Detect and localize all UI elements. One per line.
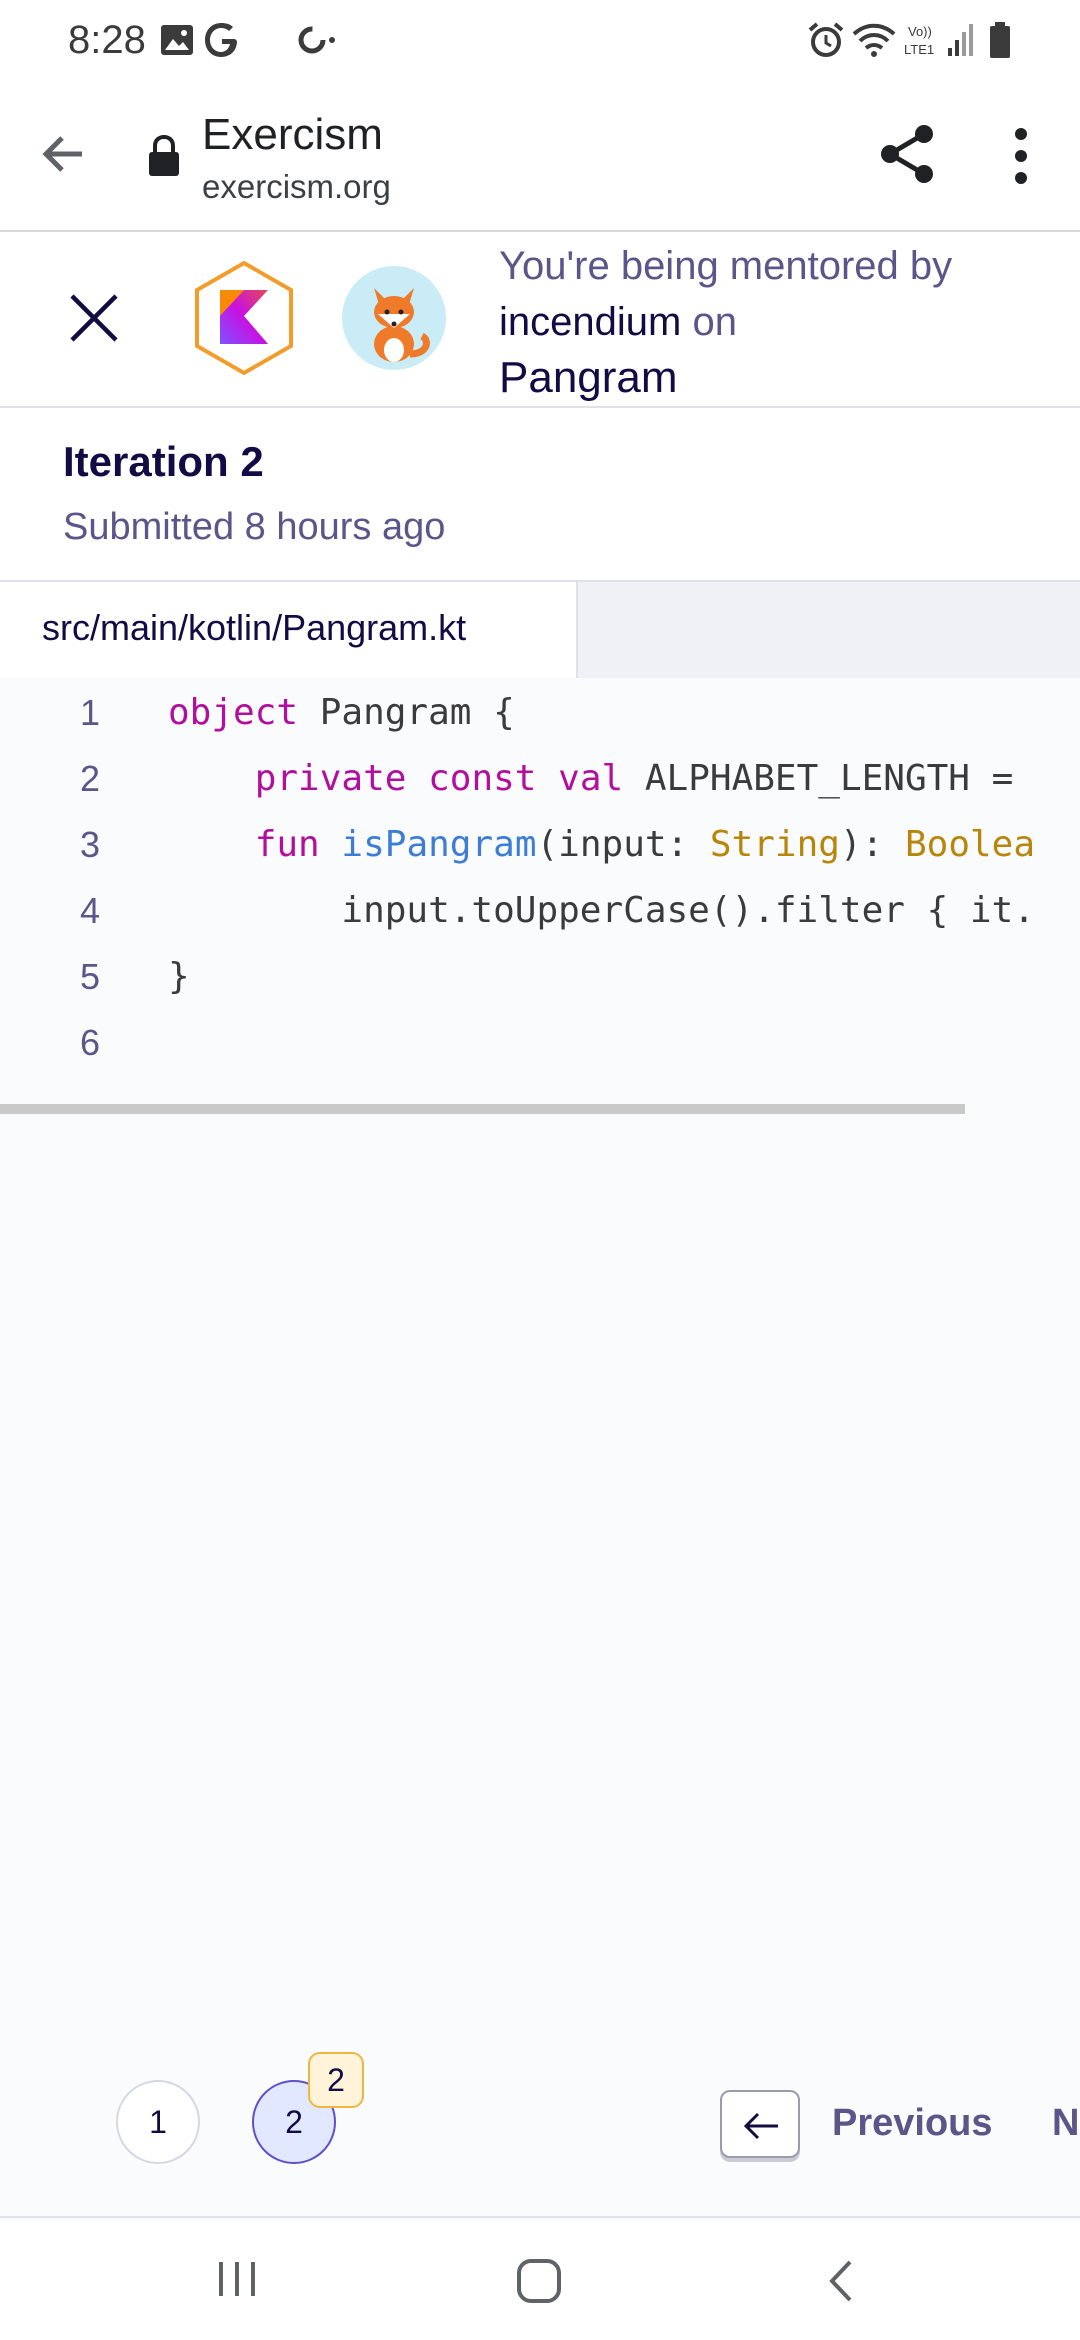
code-line: 6: [0, 1022, 1080, 1088]
code-token: Boolea: [904, 824, 1036, 865]
code-token: isPangram: [341, 824, 537, 865]
horizontal-scrollbar[interactable]: [0, 1104, 965, 1114]
assistant-icon: [298, 26, 335, 54]
mentoring-header: You're being mentored by incendium on Pa…: [0, 232, 1080, 408]
wifi-icon: [852, 23, 896, 57]
volte-icon: Vo)) LTE1: [904, 24, 934, 57]
iteration-button-1[interactable]: 1: [116, 2080, 200, 2164]
code-text: }: [168, 956, 190, 997]
file-tab[interactable]: src/main/kotlin/Pangram.kt: [0, 582, 578, 678]
code-text: input.toUpperCase().filter { it.: [168, 890, 1035, 931]
submitted-time: Submitted 8 hours ago: [63, 506, 446, 548]
system-nav-bar: [0, 2220, 1080, 2340]
previous-label[interactable]: Previous: [832, 2102, 993, 2145]
code-token: private: [254, 758, 407, 799]
share-icon[interactable]: [878, 122, 938, 186]
svg-text:LTE1: LTE1: [904, 42, 934, 57]
signal-icon: [948, 24, 973, 56]
code-line: 3 fun isPangram(input: String): Boolea: [0, 824, 1080, 890]
code-text: object Pangram {: [168, 692, 515, 733]
home-icon[interactable]: [516, 2258, 562, 2304]
status-time: 8:28: [68, 18, 146, 62]
code-token: }: [168, 956, 190, 997]
code-line: 1 object Pangram {: [0, 692, 1080, 758]
arrow-left-icon: [743, 2112, 778, 2140]
more-vert-icon[interactable]: [1006, 126, 1036, 186]
exercise-name[interactable]: Pangram: [499, 350, 1069, 406]
code-text: fun isPangram(input: String): Boolea: [168, 824, 1035, 865]
code-token: const: [428, 758, 537, 799]
code-token: fun: [254, 824, 320, 865]
line-number: 4: [79, 890, 100, 931]
code-token: val: [558, 758, 624, 799]
code-line: 5}: [0, 956, 1080, 1022]
avatar: [342, 266, 446, 370]
alarm-icon: [808, 22, 844, 57]
back-icon[interactable]: [826, 2258, 856, 2304]
code-token: (input:: [536, 824, 710, 865]
next-label[interactable]: N: [1052, 2102, 1079, 2145]
kotlin-icon: [195, 260, 293, 376]
recents-icon[interactable]: [216, 2258, 258, 2300]
line-number: 3: [79, 824, 100, 865]
lock-icon: [149, 134, 179, 176]
fox-icon: [374, 288, 430, 362]
code-token: ALPHABET_LENGTH =: [623, 758, 1014, 799]
file-tabs: src/main/kotlin/Pangram.kt: [0, 582, 1080, 678]
iteration-count-badge: 2: [308, 2052, 364, 2108]
iteration-header: Iteration 2 Submitted 8 hours ago: [0, 408, 1080, 582]
iteration-title: Iteration 2: [63, 438, 264, 485]
line-number: 5: [79, 956, 100, 997]
mentor-name[interactable]: incendium: [499, 300, 681, 344]
code-viewer: 1 object Pangram { 2 private const val ALP…: [0, 678, 1080, 1118]
code-token: object: [168, 692, 299, 733]
google-icon: [205, 23, 237, 57]
previous-button[interactable]: [720, 2090, 800, 2158]
battery-icon: [990, 22, 1010, 58]
code-line: 2 private const val ALPHABET_LENGTH =: [0, 758, 1080, 824]
code-token: String: [709, 824, 840, 865]
line-number: 6: [79, 1022, 100, 1063]
line-number: 2: [79, 758, 100, 799]
code-token: ):: [839, 824, 905, 865]
url-text[interactable]: exercism.org: [202, 168, 391, 206]
code-token: Pangram {: [298, 692, 515, 733]
iteration-footer: 1 2 2 Previous N: [0, 2040, 1080, 2218]
site-title[interactable]: Exercism: [202, 110, 383, 160]
line-number: 1: [79, 692, 100, 733]
code-token: input.toUpperCase().filter { it.: [168, 890, 1035, 931]
image-icon: [161, 25, 193, 55]
arrow-left-icon[interactable]: [38, 128, 90, 180]
svg-text:Vo)): Vo)): [908, 24, 932, 39]
status-bar: 8:28 Vo)) LTE1: [0, 0, 1080, 82]
close-icon[interactable]: [66, 290, 122, 346]
file-path: src/main/kotlin/Pangram.kt: [42, 607, 467, 648]
mentoring-text: You're being mentored by incendium on Pa…: [499, 238, 1069, 406]
code-line: 4 input.toUpperCase().filter { it.: [0, 890, 1080, 956]
mentored-by-label: You're being mentored by: [499, 244, 953, 288]
browser-toolbar: Exercism exercism.org: [0, 82, 1080, 232]
code-text: private const val ALPHABET_LENGTH =: [168, 758, 1014, 799]
connector-text: on: [692, 300, 737, 344]
